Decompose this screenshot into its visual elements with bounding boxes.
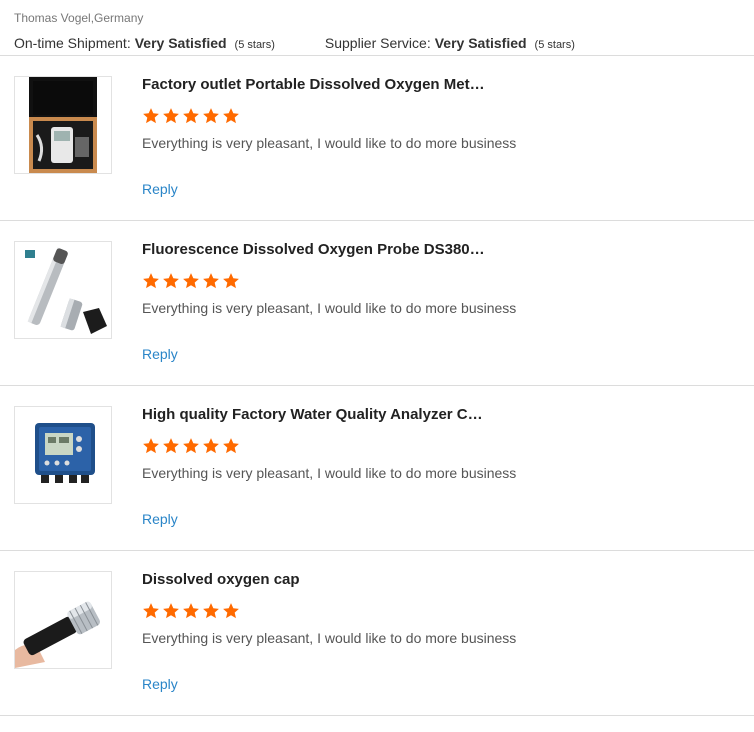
review-comment: Everything is very pleasant, I would lik… (142, 630, 517, 646)
star-icon (142, 602, 160, 620)
star-icon (162, 437, 180, 455)
product-title[interactable]: Dissolved oxygen cap (142, 571, 487, 589)
review-header: Thomas Vogel,Germany On-time Shipment: V… (0, 0, 754, 56)
star-icon (222, 107, 240, 125)
star-rating (142, 107, 240, 125)
star-icon (222, 272, 240, 290)
reply-link[interactable]: Reply (142, 675, 178, 693)
reply-link[interactable]: Reply (142, 180, 178, 198)
star-rating (142, 437, 240, 455)
star-icon (222, 602, 240, 620)
star-icon (162, 602, 180, 620)
reviewer-name: Thomas Vogel,Germany (14, 11, 144, 25)
star-icon (202, 272, 220, 290)
star-icon (162, 272, 180, 290)
star-rating (142, 272, 240, 290)
service-rating-value: Very Satisfied (434, 35, 527, 51)
overall-ratings: On-time Shipment: Very Satisfied (5 star… (14, 35, 740, 51)
service-rating-label: Supplier Service: (324, 35, 431, 51)
review-comment: Everything is very pleasant, I would lik… (142, 135, 517, 151)
product-title[interactable]: Factory outlet Portable Dissolved Oxygen… (142, 76, 487, 94)
star-icon (182, 437, 200, 455)
product-thumbnail[interactable] (14, 76, 112, 174)
shipment-rating-label: On-time Shipment: (14, 35, 131, 51)
review-item: Dissolved oxygen cap Everything is very … (0, 551, 754, 716)
review-comment: Everything is very pleasant, I would lik… (142, 300, 517, 316)
review-comment: Everything is very pleasant, I would lik… (142, 465, 517, 481)
star-icon (182, 272, 200, 290)
shipment-rating: On-time Shipment: Very Satisfied (5 star… (14, 35, 275, 51)
star-rating (142, 602, 240, 620)
service-rating: Supplier Service: Very Satisfied (5 star… (325, 35, 575, 51)
product-title[interactable]: Fluorescence Dissolved Oxygen Probe DS38… (142, 241, 487, 259)
product-thumbnail[interactable] (14, 571, 112, 669)
analyzer-controller-photo-icon (15, 407, 111, 503)
product-thumbnail[interactable] (14, 241, 112, 339)
review-item: Factory outlet Portable Dissolved Oxygen… (0, 56, 754, 221)
star-icon (182, 602, 200, 620)
product-title[interactable]: High quality Factory Water Quality Analy… (142, 406, 487, 424)
review-item: Fluorescence Dissolved Oxygen Probe DS38… (0, 221, 754, 386)
product-thumbnail[interactable] (14, 406, 112, 504)
oxygen-cap-photo-icon (15, 572, 111, 668)
star-icon (202, 437, 220, 455)
reply-link[interactable]: Reply (142, 510, 178, 528)
star-icon (202, 602, 220, 620)
do-meter-case-photo-icon (29, 77, 97, 173)
do-probe-photo-icon (15, 242, 111, 338)
star-icon (162, 107, 180, 125)
star-icon (142, 437, 160, 455)
star-icon (182, 107, 200, 125)
review-item: High quality Factory Water Quality Analy… (0, 386, 754, 551)
reply-link[interactable]: Reply (142, 345, 178, 363)
service-rating-stars: (5 stars) (534, 39, 575, 51)
shipment-rating-value: Very Satisfied (134, 35, 227, 51)
shipment-rating-stars: (5 stars) (234, 39, 275, 51)
star-icon (142, 272, 160, 290)
star-icon (222, 437, 240, 455)
star-icon (142, 107, 160, 125)
star-icon (202, 107, 220, 125)
